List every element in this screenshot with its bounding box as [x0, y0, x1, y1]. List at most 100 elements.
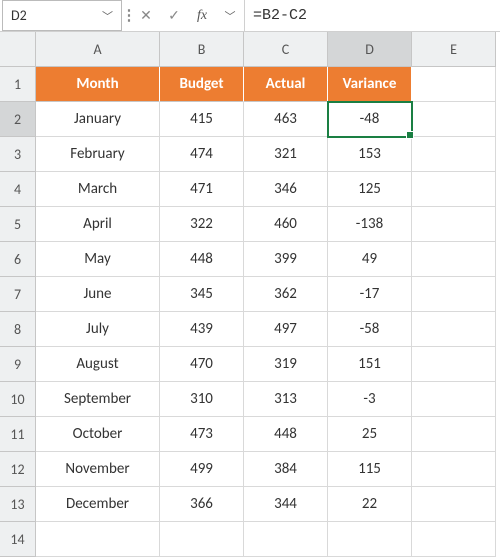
- chevron-down-icon[interactable]: ﹀: [216, 0, 244, 31]
- row-header[interactable]: 11: [0, 417, 36, 452]
- active-cell[interactable]: -48: [328, 102, 412, 137]
- cell[interactable]: 22: [328, 487, 412, 522]
- cell[interactable]: 153: [328, 137, 412, 172]
- row-header[interactable]: 7: [0, 277, 36, 312]
- cell[interactable]: November: [36, 452, 160, 487]
- cell[interactable]: December: [36, 487, 160, 522]
- cell[interactable]: [412, 312, 496, 347]
- name-box-text: D2: [11, 7, 27, 24]
- cell[interactable]: 319: [244, 347, 328, 382]
- header-cell-budget[interactable]: Budget: [160, 67, 244, 102]
- cell[interactable]: [244, 522, 328, 557]
- cell[interactable]: -3: [328, 382, 412, 417]
- cell[interactable]: 460: [244, 207, 328, 242]
- cell[interactable]: 310: [160, 382, 244, 417]
- cell[interactable]: 151: [328, 347, 412, 382]
- cell[interactable]: July: [36, 312, 160, 347]
- row-header[interactable]: 4: [0, 172, 36, 207]
- cell[interactable]: September: [36, 382, 160, 417]
- cell[interactable]: [160, 522, 244, 557]
- cell[interactable]: 25: [328, 417, 412, 452]
- row-header[interactable]: 6: [0, 242, 36, 277]
- col-header-D[interactable]: D: [328, 32, 412, 67]
- cell[interactable]: June: [36, 277, 160, 312]
- col-header-C[interactable]: C: [244, 32, 328, 67]
- cell[interactable]: -58: [328, 312, 412, 347]
- cell[interactable]: [412, 207, 496, 242]
- cell[interactable]: [412, 277, 496, 312]
- cell[interactable]: [412, 382, 496, 417]
- row-header[interactable]: 8: [0, 312, 36, 347]
- cell[interactable]: 463: [244, 102, 328, 137]
- cell[interactable]: [412, 67, 496, 102]
- formula-bar: D2 ﹀ ⋮ ✕ ✓ fx ﹀: [0, 0, 500, 32]
- row-header[interactable]: 13: [0, 487, 36, 522]
- cell[interactable]: 321: [244, 137, 328, 172]
- row-header[interactable]: 5: [0, 207, 36, 242]
- cell[interactable]: [412, 417, 496, 452]
- cell[interactable]: 399: [244, 242, 328, 277]
- row-header[interactable]: 9: [0, 347, 36, 382]
- spreadsheet-grid: A B C D E 1 Month Budget Actual Variance…: [0, 32, 500, 557]
- cell[interactable]: August: [36, 347, 160, 382]
- cell[interactable]: 366: [160, 487, 244, 522]
- cell[interactable]: 439: [160, 312, 244, 347]
- cell[interactable]: 474: [160, 137, 244, 172]
- cell[interactable]: 471: [160, 172, 244, 207]
- header-cell-variance[interactable]: Variance: [328, 67, 412, 102]
- row-header[interactable]: 3: [0, 137, 36, 172]
- cell[interactable]: January: [36, 102, 160, 137]
- row-header[interactable]: 2: [0, 102, 36, 137]
- fx-icon[interactable]: fx: [188, 0, 216, 31]
- cell[interactable]: 115: [328, 452, 412, 487]
- cell[interactable]: 384: [244, 452, 328, 487]
- cell[interactable]: May: [36, 242, 160, 277]
- select-all-corner[interactable]: [0, 32, 36, 67]
- cell[interactable]: 344: [244, 487, 328, 522]
- header-cell-month[interactable]: Month: [36, 67, 160, 102]
- cell[interactable]: 322: [160, 207, 244, 242]
- header-cell-actual[interactable]: Actual: [244, 67, 328, 102]
- enter-icon[interactable]: ✓: [160, 0, 188, 31]
- cell[interactable]: 415: [160, 102, 244, 137]
- cell[interactable]: April: [36, 207, 160, 242]
- cancel-icon[interactable]: ✕: [132, 0, 160, 31]
- cell[interactable]: [36, 522, 160, 557]
- name-box[interactable]: D2 ﹀: [2, 0, 122, 31]
- cell[interactable]: [412, 487, 496, 522]
- cell[interactable]: [412, 452, 496, 487]
- cell[interactable]: [412, 102, 496, 137]
- cell[interactable]: 470: [160, 347, 244, 382]
- cell[interactable]: [412, 347, 496, 382]
- row-header[interactable]: 1: [0, 67, 36, 102]
- cell[interactable]: 448: [160, 242, 244, 277]
- cell[interactable]: 497: [244, 312, 328, 347]
- cell[interactable]: March: [36, 172, 160, 207]
- cell[interactable]: 313: [244, 382, 328, 417]
- cell[interactable]: [412, 172, 496, 207]
- cell[interactable]: [412, 137, 496, 172]
- chevron-down-icon: ﹀: [102, 8, 113, 24]
- cell[interactable]: 49: [328, 242, 412, 277]
- cell[interactable]: 125: [328, 172, 412, 207]
- cell[interactable]: -17: [328, 277, 412, 312]
- cell[interactable]: 345: [160, 277, 244, 312]
- cell[interactable]: 499: [160, 452, 244, 487]
- col-header-E[interactable]: E: [412, 32, 496, 67]
- cell[interactable]: October: [36, 417, 160, 452]
- cell[interactable]: 448: [244, 417, 328, 452]
- cell[interactable]: [328, 522, 412, 557]
- cell[interactable]: 346: [244, 172, 328, 207]
- cell[interactable]: 473: [160, 417, 244, 452]
- col-header-A[interactable]: A: [36, 32, 160, 67]
- formula-input[interactable]: [244, 0, 500, 31]
- row-header[interactable]: 12: [0, 452, 36, 487]
- cell[interactable]: 362: [244, 277, 328, 312]
- cell[interactable]: February: [36, 137, 160, 172]
- row-header[interactable]: 10: [0, 382, 36, 417]
- cell[interactable]: [412, 522, 496, 557]
- cell[interactable]: [412, 242, 496, 277]
- cell[interactable]: -138: [328, 207, 412, 242]
- col-header-B[interactable]: B: [160, 32, 244, 67]
- row-header[interactable]: 14: [0, 522, 36, 557]
